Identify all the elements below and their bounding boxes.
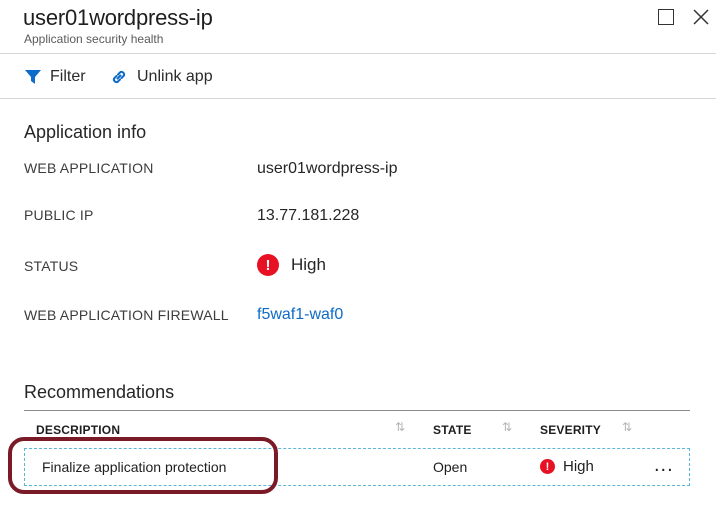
maximize-icon[interactable]	[657, 8, 675, 26]
public-ip-label: PUBLIC IP	[24, 207, 94, 223]
status-label: STATUS	[24, 258, 79, 274]
filter-icon	[25, 70, 41, 84]
toolbar-divider	[0, 98, 716, 99]
public-ip-value: 13.77.181.228	[257, 207, 360, 224]
error-icon: !	[257, 254, 279, 276]
close-glyph	[693, 9, 709, 25]
unlink-app-label: Unlink app	[137, 68, 213, 85]
blade-title: user01wordpress-ip	[23, 5, 213, 30]
row-severity-text: High	[563, 458, 594, 475]
web-application-value: user01wordpress-ip	[257, 160, 398, 177]
filter-button[interactable]: Filter	[24, 66, 86, 88]
table-top-divider	[24, 410, 690, 411]
row-state: Open	[433, 459, 468, 475]
waf-label: WEB APPLICATION FIREWALL	[24, 307, 229, 323]
waf-link[interactable]: f5waf1-waf0	[257, 306, 343, 324]
link-icon	[112, 70, 126, 84]
status-value: ! High	[257, 254, 326, 276]
header-divider	[0, 53, 716, 54]
unlink-app-button[interactable]: Unlink app	[109, 66, 213, 88]
web-application-label: WEB APPLICATION	[24, 160, 154, 176]
more-icon[interactable]: ...	[654, 455, 674, 475]
sort-icon[interactable]: ⇅	[395, 420, 405, 434]
column-severity-header[interactable]: SEVERITY	[540, 423, 601, 437]
error-icon: !	[540, 459, 555, 474]
application-info-heading: Application info	[24, 122, 147, 142]
security-health-blade: user01wordpress-ip Application security …	[0, 0, 716, 512]
sort-icon[interactable]: ⇅	[502, 420, 512, 434]
close-icon[interactable]	[692, 8, 710, 26]
recommendations-heading: Recommendations	[24, 382, 175, 402]
column-description-header[interactable]: DESCRIPTION	[36, 423, 120, 437]
filter-label: Filter	[50, 68, 86, 85]
sort-icon[interactable]: ⇅	[622, 420, 632, 434]
column-state-header[interactable]: STATE	[433, 423, 472, 437]
status-text: High	[291, 255, 326, 274]
row-severity: ! High	[540, 458, 594, 475]
blade-subtitle: Application security health	[24, 32, 164, 46]
annotation-highlight	[8, 437, 278, 494]
